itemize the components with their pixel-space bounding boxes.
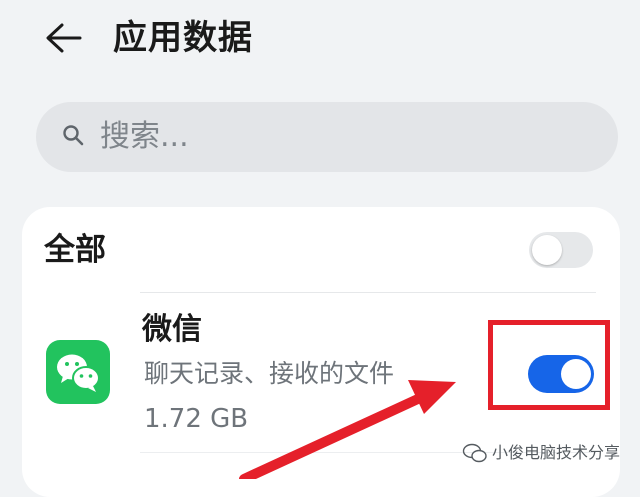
search-icon [63,125,84,146]
app-size: 1.72 GB [144,404,249,434]
wechat-channel-icon [462,443,487,463]
header-bar: 应用数据 [0,0,640,80]
highlight-box [488,320,610,410]
back-arrow-icon[interactable] [44,22,84,54]
search-input[interactable]: 搜索... [100,115,189,159]
app-description: 聊天记录、接收的文件 [144,359,395,388]
watermark-text: 小俊电脑技术分享 [492,443,621,462]
all-toggle-switch[interactable] [529,232,593,268]
all-label: 全部 [44,232,106,268]
app-name: 微信 [142,312,202,347]
page-title: 应用数据 [113,18,253,58]
toggle-knob [532,235,562,265]
wechat-icon [46,340,110,404]
divider [140,292,596,293]
